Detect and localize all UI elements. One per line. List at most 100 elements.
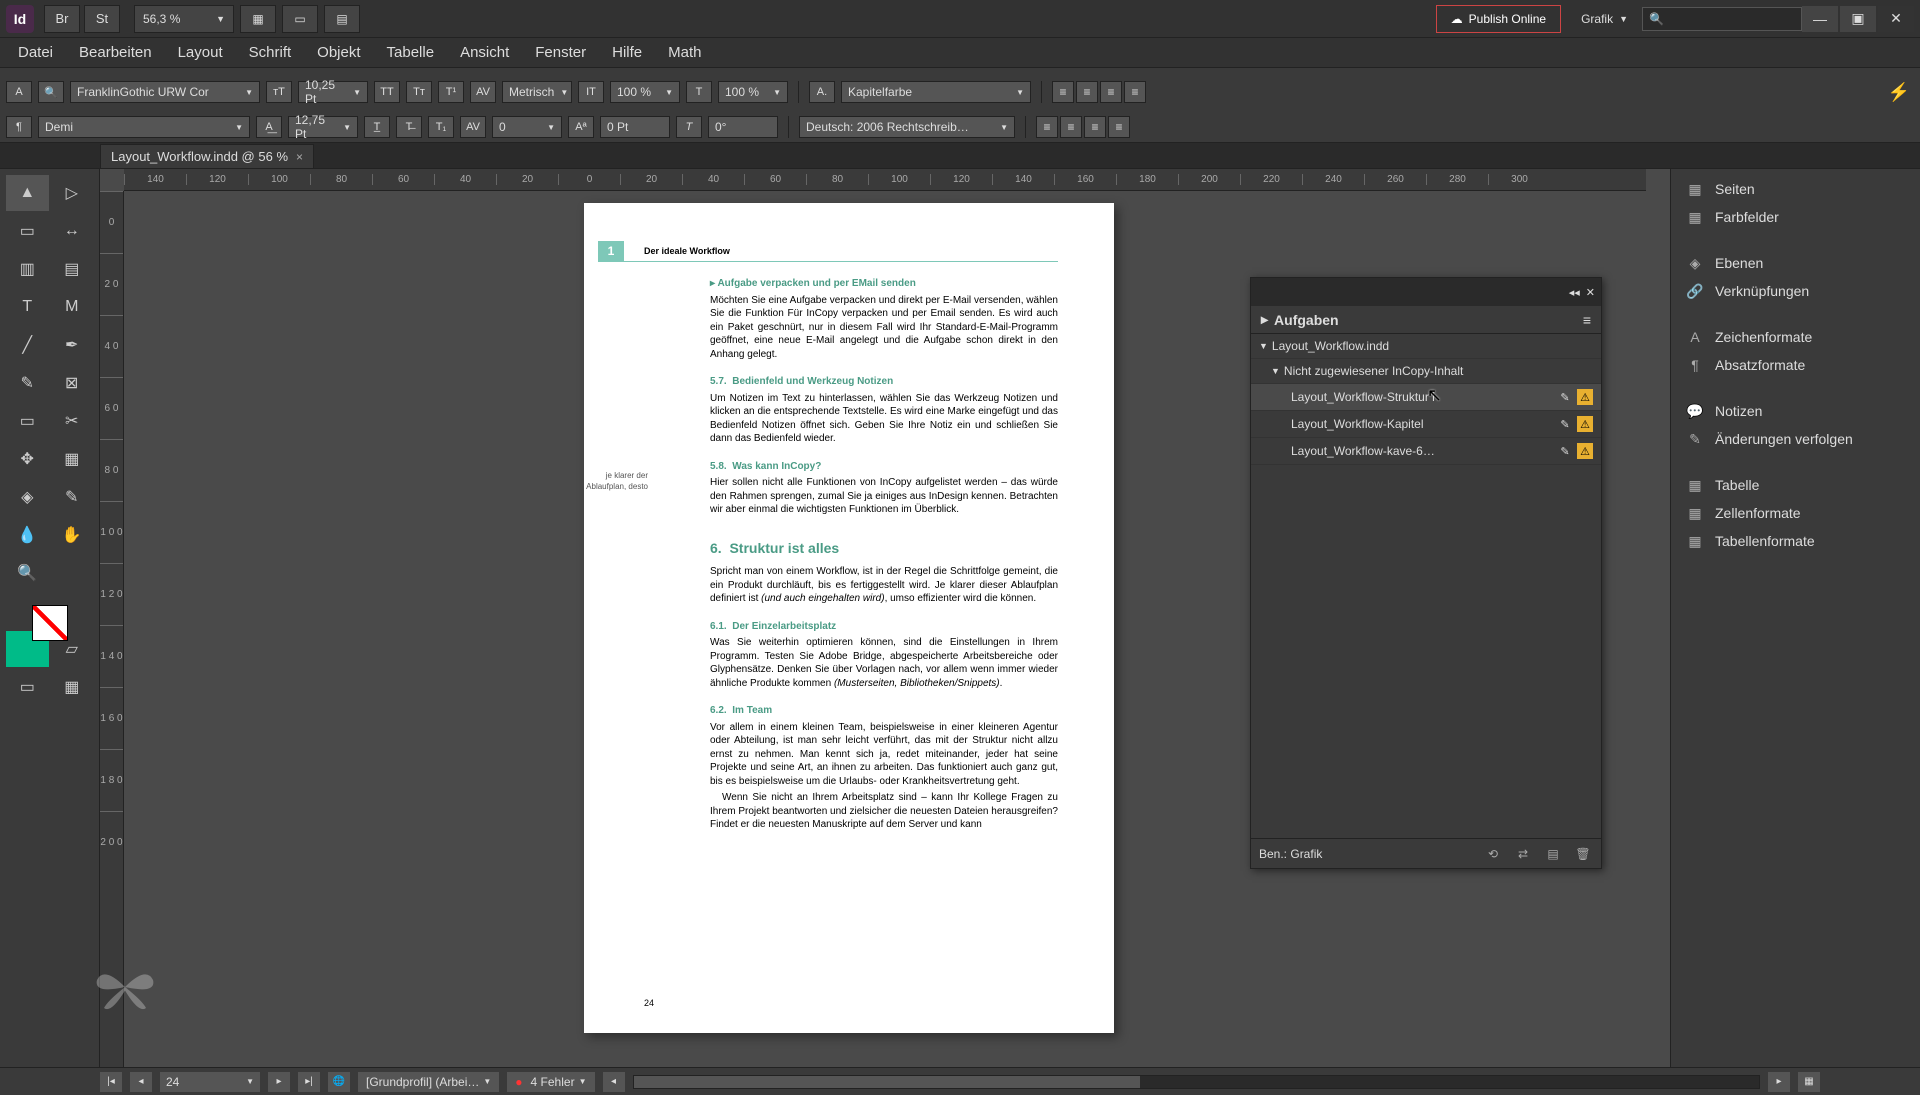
pencil-tool[interactable]: ✎ bbox=[6, 365, 49, 401]
content-collector-tool[interactable]: ▥ bbox=[6, 251, 49, 287]
rectangle-tool[interactable]: ▭ bbox=[6, 403, 49, 439]
tree-root[interactable]: ▼ Layout_Workflow.indd bbox=[1251, 334, 1601, 359]
baseline-field[interactable]: 0 Pt bbox=[600, 116, 670, 138]
last-page-button[interactable]: ▸| bbox=[298, 1072, 320, 1092]
page-tool[interactable]: ▭ bbox=[6, 213, 49, 249]
char-style-dropdown[interactable]: Kapitelfarbe▼ bbox=[841, 81, 1031, 103]
dock-seiten[interactable]: ▦Seiten bbox=[1671, 175, 1920, 203]
kerning-dropdown[interactable]: Metrisch▼ bbox=[502, 81, 572, 103]
close-icon[interactable]: ✕ bbox=[1586, 286, 1595, 299]
scroll-right-button[interactable]: ▸ bbox=[1768, 1072, 1790, 1092]
trash-icon[interactable]: 🗑 bbox=[1573, 844, 1593, 864]
eyedropper-tool[interactable]: 💧 bbox=[6, 517, 49, 553]
workspace-dropdown[interactable]: Grafik ▼ bbox=[1581, 12, 1628, 26]
preview-button[interactable]: ▦ bbox=[51, 669, 94, 705]
underline-button[interactable]: T̲ bbox=[364, 116, 390, 138]
selection-tool[interactable]: ▲ bbox=[6, 175, 49, 211]
smallcaps-button[interactable]: Tᴛ bbox=[406, 81, 432, 103]
preflight-errors-dropdown[interactable]: 4 Fehler▼ bbox=[507, 1072, 594, 1092]
dock-tabelle[interactable]: ▦Tabelle bbox=[1671, 471, 1920, 499]
bridge-button[interactable]: Br bbox=[44, 5, 80, 33]
tree-item[interactable]: Layout_Workflow-Struktur i ✎ ⚠ bbox=[1251, 384, 1601, 411]
next-page-button[interactable]: ▸ bbox=[268, 1072, 290, 1092]
font-family-dropdown[interactable]: FranklinGothic URW Cor▼ bbox=[70, 81, 260, 103]
page-field[interactable]: 24▼ bbox=[160, 1072, 260, 1092]
direct-selection-tool[interactable]: ▷ bbox=[51, 175, 94, 211]
tree-item[interactable]: Layout_Workflow-Kapitel ✎ ⚠ bbox=[1251, 411, 1601, 438]
panel-header[interactable]: ◂◂ ✕ bbox=[1251, 278, 1601, 306]
dock-verknuepfungen[interactable]: 🔗Verknüpfungen bbox=[1671, 277, 1920, 305]
vertical-ruler[interactable]: 02 04 06 08 01 0 01 2 01 4 01 6 01 8 02 … bbox=[100, 191, 124, 1067]
collapse-icon[interactable]: ◂◂ bbox=[1569, 286, 1580, 299]
pen-tool[interactable]: ✒ bbox=[51, 327, 94, 363]
align-left-button[interactable]: ≡ bbox=[1052, 81, 1074, 103]
menu-objekt[interactable]: Objekt bbox=[305, 40, 372, 65]
skew-field[interactable]: 0° bbox=[708, 116, 778, 138]
content-placer-tool[interactable]: ▤ bbox=[51, 251, 94, 287]
menu-schrift[interactable]: Schrift bbox=[237, 40, 304, 65]
superscript-button[interactable]: T¹ bbox=[438, 81, 464, 103]
dock-farbfelder[interactable]: ▦Farbfelder bbox=[1671, 203, 1920, 231]
menu-datei[interactable]: Datei bbox=[6, 40, 65, 65]
menu-math[interactable]: Math bbox=[656, 40, 713, 65]
scroll-left-button[interactable]: ◂ bbox=[603, 1072, 625, 1092]
preflight-profile-dropdown[interactable]: [Grundprofil] (Arbei…▼ bbox=[358, 1072, 499, 1092]
first-page-button[interactable]: |◂ bbox=[100, 1072, 122, 1092]
font-size-field[interactable]: 10,25 Pt▼ bbox=[298, 81, 368, 103]
split-view-button[interactable]: ▦ bbox=[1798, 1072, 1820, 1092]
dock-notizen[interactable]: 💬Notizen bbox=[1671, 397, 1920, 425]
dock-aenderungen[interactable]: ✎Änderungen verfolgen bbox=[1671, 425, 1920, 453]
panel-menu-icon[interactable]: ≡ bbox=[1583, 312, 1591, 328]
menu-layout[interactable]: Layout bbox=[166, 40, 235, 65]
align-justify-button[interactable]: ≡ bbox=[1124, 81, 1146, 103]
new-icon[interactable]: ▤ bbox=[1543, 844, 1563, 864]
document-tab[interactable]: Layout_Workflow.indd @ 56 % × bbox=[100, 144, 314, 168]
strike-button[interactable]: T̶ bbox=[396, 116, 422, 138]
publish-online-button[interactable]: ☁ Publish Online bbox=[1436, 5, 1561, 33]
view-options-button[interactable]: ▦ bbox=[240, 5, 276, 33]
close-icon[interactable]: × bbox=[296, 150, 303, 164]
note-tool[interactable]: ✎ bbox=[51, 479, 94, 515]
tracking-field[interactable]: 0▼ bbox=[492, 116, 562, 138]
vscale-field[interactable]: 100 %▼ bbox=[610, 81, 680, 103]
screen-mode-button[interactable]: ▭ bbox=[282, 5, 318, 33]
menu-bearbeiten[interactable]: Bearbeiten bbox=[67, 40, 164, 65]
search-icon[interactable]: 🔍 bbox=[38, 81, 64, 103]
type-tool[interactable]: T bbox=[6, 289, 49, 325]
document-page[interactable]: 1 Der ideale Workflow je klarer der Abla… bbox=[584, 203, 1114, 1033]
dock-zellenformate[interactable]: ▦Zellenformate bbox=[1671, 499, 1920, 527]
horizontal-ruler[interactable]: 1401201008060402002040608010012014016018… bbox=[124, 169, 1646, 191]
dock-tabellenformate[interactable]: ▦Tabellenformate bbox=[1671, 527, 1920, 555]
open-icon[interactable]: 🌐 bbox=[328, 1072, 350, 1092]
paragraph-mode-icon[interactable]: ¶ bbox=[6, 116, 32, 138]
character-mode-icon[interactable]: A bbox=[6, 81, 32, 103]
zoom-tool[interactable]: 🔍 bbox=[6, 555, 49, 591]
canvas[interactable]: 1 Der ideale Workflow je klarer der Abla… bbox=[124, 191, 1646, 1067]
hand-tool[interactable]: ✋ bbox=[51, 517, 94, 553]
type-path-tool[interactable]: M bbox=[51, 289, 94, 325]
rectangle-frame-tool[interactable]: ⊠ bbox=[51, 365, 94, 401]
hscale-field[interactable]: 100 %▼ bbox=[718, 81, 788, 103]
fill-swatch[interactable] bbox=[32, 605, 68, 641]
horizontal-scrollbar[interactable] bbox=[633, 1075, 1761, 1089]
menu-tabelle[interactable]: Tabelle bbox=[375, 40, 447, 65]
prev-page-button[interactable]: ◂ bbox=[130, 1072, 152, 1092]
tree-group[interactable]: ▼ Nicht zugewiesener InCopy-Inhalt bbox=[1251, 359, 1601, 384]
leading-field[interactable]: 12,75 Pt▼ bbox=[288, 116, 358, 138]
language-dropdown[interactable]: Deutsch: 2006 Rechtschreib…▼ bbox=[799, 116, 1015, 138]
justify-center-button[interactable]: ≡ bbox=[1060, 116, 1082, 138]
dock-zeichenformate[interactable]: AZeichenformate bbox=[1671, 323, 1920, 351]
allcaps-button[interactable]: TT bbox=[374, 81, 400, 103]
line-tool[interactable]: ╱ bbox=[6, 327, 49, 363]
align-center-button[interactable]: ≡ bbox=[1076, 81, 1098, 103]
refresh-icon[interactable]: ⟲ bbox=[1483, 844, 1503, 864]
search-input[interactable]: 🔍 bbox=[1642, 7, 1802, 31]
stock-button[interactable]: St bbox=[84, 5, 120, 33]
free-transform-tool[interactable]: ✥ bbox=[6, 441, 49, 477]
quick-apply-icon[interactable]: ⚡ bbox=[1884, 72, 1914, 112]
menu-ansicht[interactable]: Ansicht bbox=[448, 40, 521, 65]
font-style-dropdown[interactable]: Demi▼ bbox=[38, 116, 250, 138]
normal-view-button[interactable]: ▭ bbox=[6, 669, 49, 705]
tree-item[interactable]: Layout_Workflow-kave-6… ✎ ⚠ bbox=[1251, 438, 1601, 465]
dock-absatzformate[interactable]: ¶Absatzformate bbox=[1671, 351, 1920, 379]
